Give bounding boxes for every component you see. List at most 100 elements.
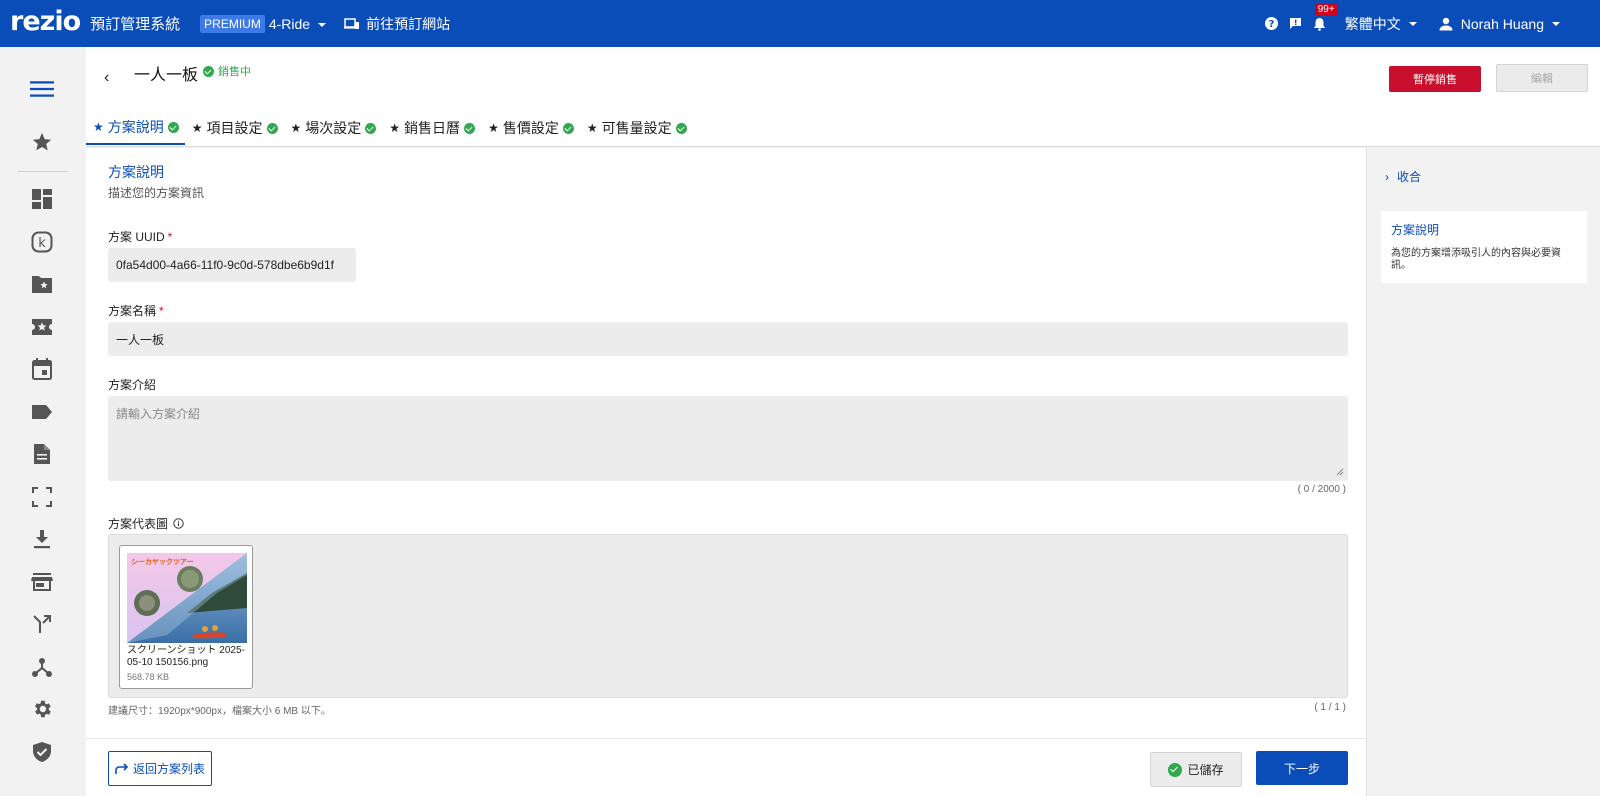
plan-intro-textarea[interactable]: 請輸入方案介紹 bbox=[108, 396, 1348, 481]
system-title: 預訂管理系統 bbox=[90, 16, 181, 33]
calendar-icon[interactable] bbox=[30, 357, 54, 381]
next-step-button[interactable]: 下一步 bbox=[1256, 751, 1348, 785]
notification-icon[interactable]: 99+ bbox=[1311, 2, 1338, 33]
resize-handle-icon[interactable] bbox=[1336, 468, 1344, 476]
goto-booking-site-link[interactable]: 前往預訂網站 bbox=[344, 14, 450, 34]
back-to-list-button[interactable]: 返回方案列表 bbox=[108, 751, 212, 786]
check-circle-icon bbox=[167, 121, 179, 133]
tab-session-settings[interactable]: ★ 場次設定 bbox=[284, 111, 383, 145]
back-icon[interactable]: ‹ bbox=[104, 69, 109, 87]
tab-label[interactable]: 方案說明 bbox=[108, 117, 164, 137]
download-icon[interactable] bbox=[30, 527, 54, 551]
document-icon[interactable] bbox=[30, 442, 54, 466]
hierarchy-icon[interactable] bbox=[30, 655, 54, 679]
k-icon[interactable]: k bbox=[30, 230, 54, 254]
language-selector[interactable]: 繁體中文 bbox=[1345, 14, 1417, 34]
store-icon[interactable] bbox=[30, 570, 54, 594]
image-preview: シーカヤックツアー bbox=[127, 553, 247, 643]
intro-label: 方案介紹 bbox=[108, 376, 156, 393]
plan-title: 一人一板 bbox=[134, 67, 199, 84]
fullscreen-icon[interactable] bbox=[30, 485, 54, 509]
image-file-name: スクリーンショット 2025-05-10 150156.png bbox=[127, 645, 245, 668]
goto-site-label[interactable]: 前往預訂網站 bbox=[366, 14, 450, 34]
chevron-down-icon[interactable] bbox=[1552, 21, 1560, 26]
star-icon: ★ bbox=[191, 121, 203, 135]
image-label-text: 方案代表圖 bbox=[108, 517, 169, 531]
premium-badge: PREMIUM bbox=[200, 14, 265, 33]
sidebar-divider bbox=[18, 171, 68, 172]
saved-label[interactable]: 已儲存 bbox=[1187, 761, 1223, 778]
right-help-panel: › 收合 方案說明 為您的方案增添吸引人的內容與必要資訊。 bbox=[1366, 148, 1600, 796]
tab-bar: ★ 方案說明 ★ 項目設定 ★ 場次設定 ★ 銷售日曆 ★ 售價設定 ★ 可售量… bbox=[86, 111, 693, 147]
user-name[interactable]: Norah Huang bbox=[1461, 16, 1544, 32]
image-caption: シーカヤックツアー bbox=[131, 557, 194, 566]
tab-label[interactable]: 項目設定 bbox=[207, 118, 263, 138]
plan-name-field[interactable]: 一人一板 bbox=[108, 322, 1348, 356]
tab-availability-settings[interactable]: ★ 可售量設定 bbox=[580, 111, 693, 145]
chevron-down-icon[interactable] bbox=[1408, 21, 1417, 26]
hamburger-menu-icon[interactable] bbox=[30, 77, 54, 101]
devices-icon bbox=[344, 17, 360, 29]
tab-label[interactable]: 可售量設定 bbox=[602, 118, 672, 138]
tab-item-settings[interactable]: ★ 項目設定 bbox=[185, 111, 284, 145]
pause-sales-button[interactable]: 暫停銷售 bbox=[1389, 66, 1481, 92]
site-selector[interactable]: 4-Ride bbox=[269, 16, 327, 32]
check-circle-icon bbox=[562, 122, 574, 134]
help-icon[interactable]: ? bbox=[1263, 15, 1281, 33]
gear-icon[interactable] bbox=[30, 697, 54, 721]
image-label: 方案代表圖 bbox=[108, 515, 184, 532]
image-count: ( 1 / 1 ) bbox=[1314, 702, 1346, 713]
star-icon: ★ bbox=[586, 121, 598, 135]
site-name[interactable]: 4-Ride bbox=[269, 16, 310, 32]
top-bar: rezio 預訂管理系統 PREMIUM 4-Ride 前往預訂網站 ? 99+… bbox=[0, 0, 1600, 47]
tab-label[interactable]: 場次設定 bbox=[305, 118, 361, 138]
image-thumbnail-card[interactable]: シーカヤックツアー スクリーンショット 2025-05-10 150156.pn… bbox=[119, 545, 253, 689]
tab-price-settings[interactable]: ★ 售價設定 bbox=[481, 111, 580, 145]
tag-icon[interactable] bbox=[30, 400, 54, 424]
language-label[interactable]: 繁體中文 bbox=[1345, 14, 1401, 34]
check-circle-icon bbox=[266, 122, 278, 134]
tab-label[interactable]: 銷售日曆 bbox=[404, 118, 460, 138]
intro-label-text: 方案介紹 bbox=[108, 378, 157, 392]
chevron-right-icon[interactable]: › bbox=[1385, 170, 1389, 184]
shield-check-icon[interactable] bbox=[30, 740, 54, 764]
saved-button[interactable]: 已儲存 bbox=[1150, 752, 1242, 787]
star-icon: ★ bbox=[389, 121, 401, 135]
name-label: 方案名稱 * bbox=[108, 302, 164, 319]
ticket-star-icon[interactable] bbox=[30, 315, 54, 339]
help-card-body: 為您的方案增添吸引人的內容與必要資訊。 bbox=[1391, 248, 1561, 271]
tab-sales-calendar[interactable]: ★ 銷售日曆 bbox=[382, 111, 481, 145]
feedback-icon[interactable] bbox=[1287, 15, 1305, 33]
image-file-size: 568.78 KB bbox=[127, 672, 170, 682]
check-circle-icon bbox=[464, 122, 476, 134]
redo-arrow-icon bbox=[115, 762, 129, 774]
folder-star-icon[interactable] bbox=[30, 272, 54, 296]
check-circle-icon bbox=[1168, 762, 1183, 777]
help-card-title: 方案說明 bbox=[1391, 223, 1440, 237]
section-description: 描述您的方案資訊 bbox=[108, 186, 205, 200]
dashboard-icon[interactable] bbox=[30, 187, 54, 211]
required-mark: * bbox=[159, 303, 164, 318]
merge-icon[interactable] bbox=[30, 612, 54, 636]
back-to-list-label[interactable]: 返回方案列表 bbox=[133, 760, 205, 777]
status-label: 銷售中 bbox=[218, 66, 251, 78]
chevron-down-icon[interactable] bbox=[318, 22, 327, 27]
user-menu[interactable]: Norah Huang bbox=[1439, 16, 1560, 32]
image-size-hint: 建議尺寸：1920px*900px，檔案大小 6 MB 以下。 bbox=[108, 706, 331, 717]
status-badge: 銷售中 bbox=[203, 63, 251, 79]
check-circle-icon bbox=[203, 65, 214, 77]
edit-button[interactable]: 編輯 bbox=[1496, 64, 1588, 92]
top-right-controls: ? 99+ 繁體中文 Norah Huang bbox=[1257, 0, 1600, 47]
image-upload-area[interactable]: シーカヤックツアー スクリーンショット 2025-05-10 150156.pn… bbox=[108, 534, 1348, 698]
tab-label[interactable]: 售價設定 bbox=[503, 118, 559, 138]
collapse-label[interactable]: 收合 bbox=[1397, 168, 1421, 185]
info-icon[interactable] bbox=[173, 518, 184, 529]
rezio-logo[interactable]: rezio bbox=[10, 6, 81, 37]
notification-badge: 99+ bbox=[1314, 2, 1338, 16]
svg-text:k: k bbox=[38, 236, 46, 251]
plan-description-form: 方案說明 描述您的方案資訊 方案 UUID * 0fa54d00-4a66-11f… bbox=[86, 148, 1366, 738]
tab-plan-description[interactable]: ★ 方案說明 bbox=[86, 111, 185, 145]
uuid-label: 方案 UUID * bbox=[108, 228, 172, 245]
star-icon[interactable] bbox=[30, 130, 54, 154]
collapse-toggle[interactable]: › 收合 bbox=[1385, 168, 1421, 185]
